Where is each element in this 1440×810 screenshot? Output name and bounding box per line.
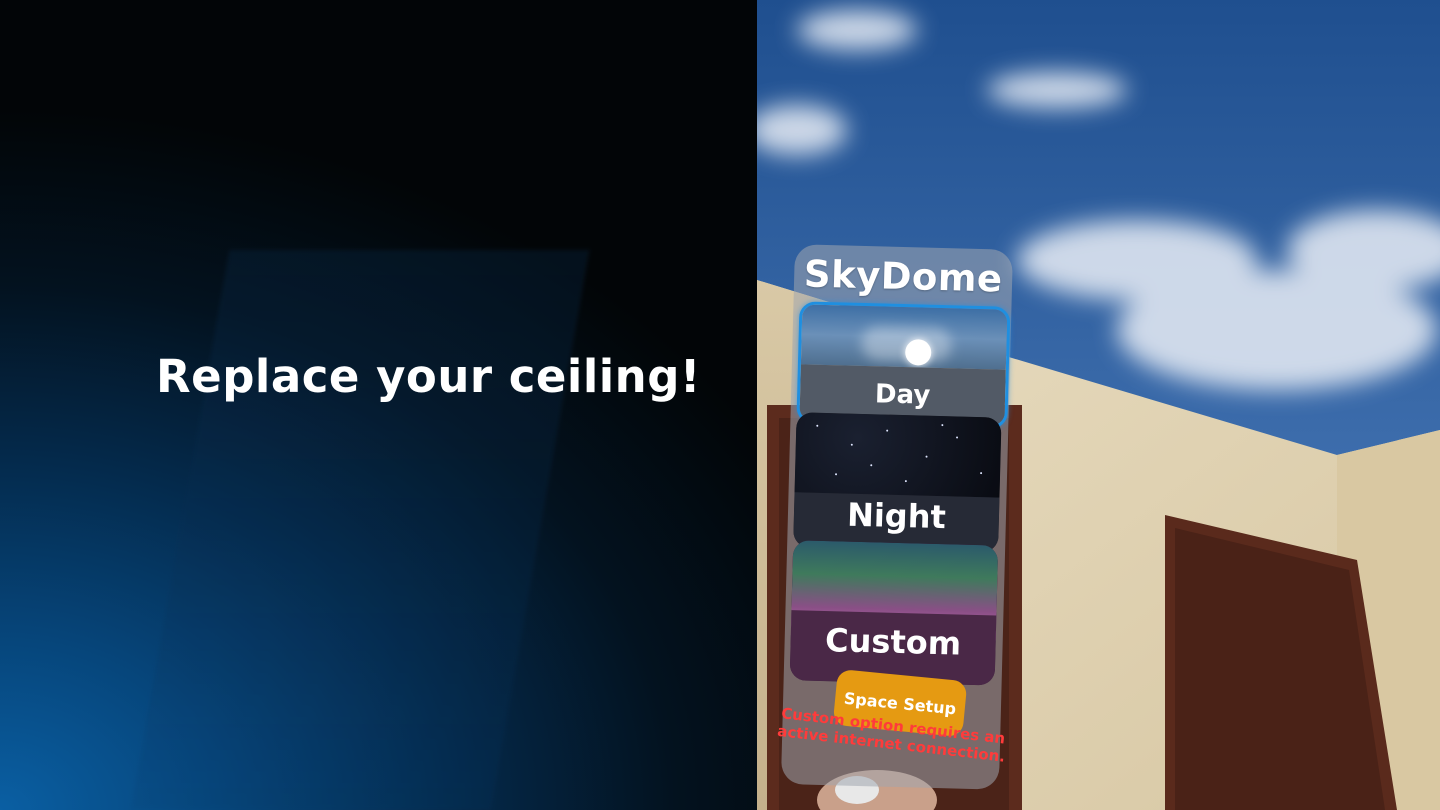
skydome-menu: SkyDome Day Night Custom Space Setup Cus… (776, 244, 1013, 790)
option-label-day: Day (874, 379, 931, 411)
day-thumbnail (800, 304, 1008, 370)
background-shape (130, 250, 590, 810)
star (870, 464, 873, 467)
sun-icon (904, 339, 932, 366)
option-label-night: Night (846, 495, 947, 537)
star (956, 436, 959, 439)
night-thumbnail (794, 412, 1002, 498)
star (850, 443, 853, 446)
promo-panel (0, 0, 757, 810)
star (941, 424, 944, 427)
star (904, 480, 907, 483)
app-title: SkyDome (803, 252, 1004, 301)
star (925, 455, 928, 458)
option-night[interactable]: Night (793, 412, 1002, 553)
option-custom[interactable]: Custom (789, 540, 999, 686)
star (886, 429, 889, 432)
option-label-custom: Custom (824, 621, 962, 663)
star (835, 473, 838, 476)
option-day[interactable]: Day (796, 301, 1011, 429)
star (980, 472, 983, 475)
headline: Replace your ceiling! (156, 350, 701, 403)
star (816, 424, 819, 427)
